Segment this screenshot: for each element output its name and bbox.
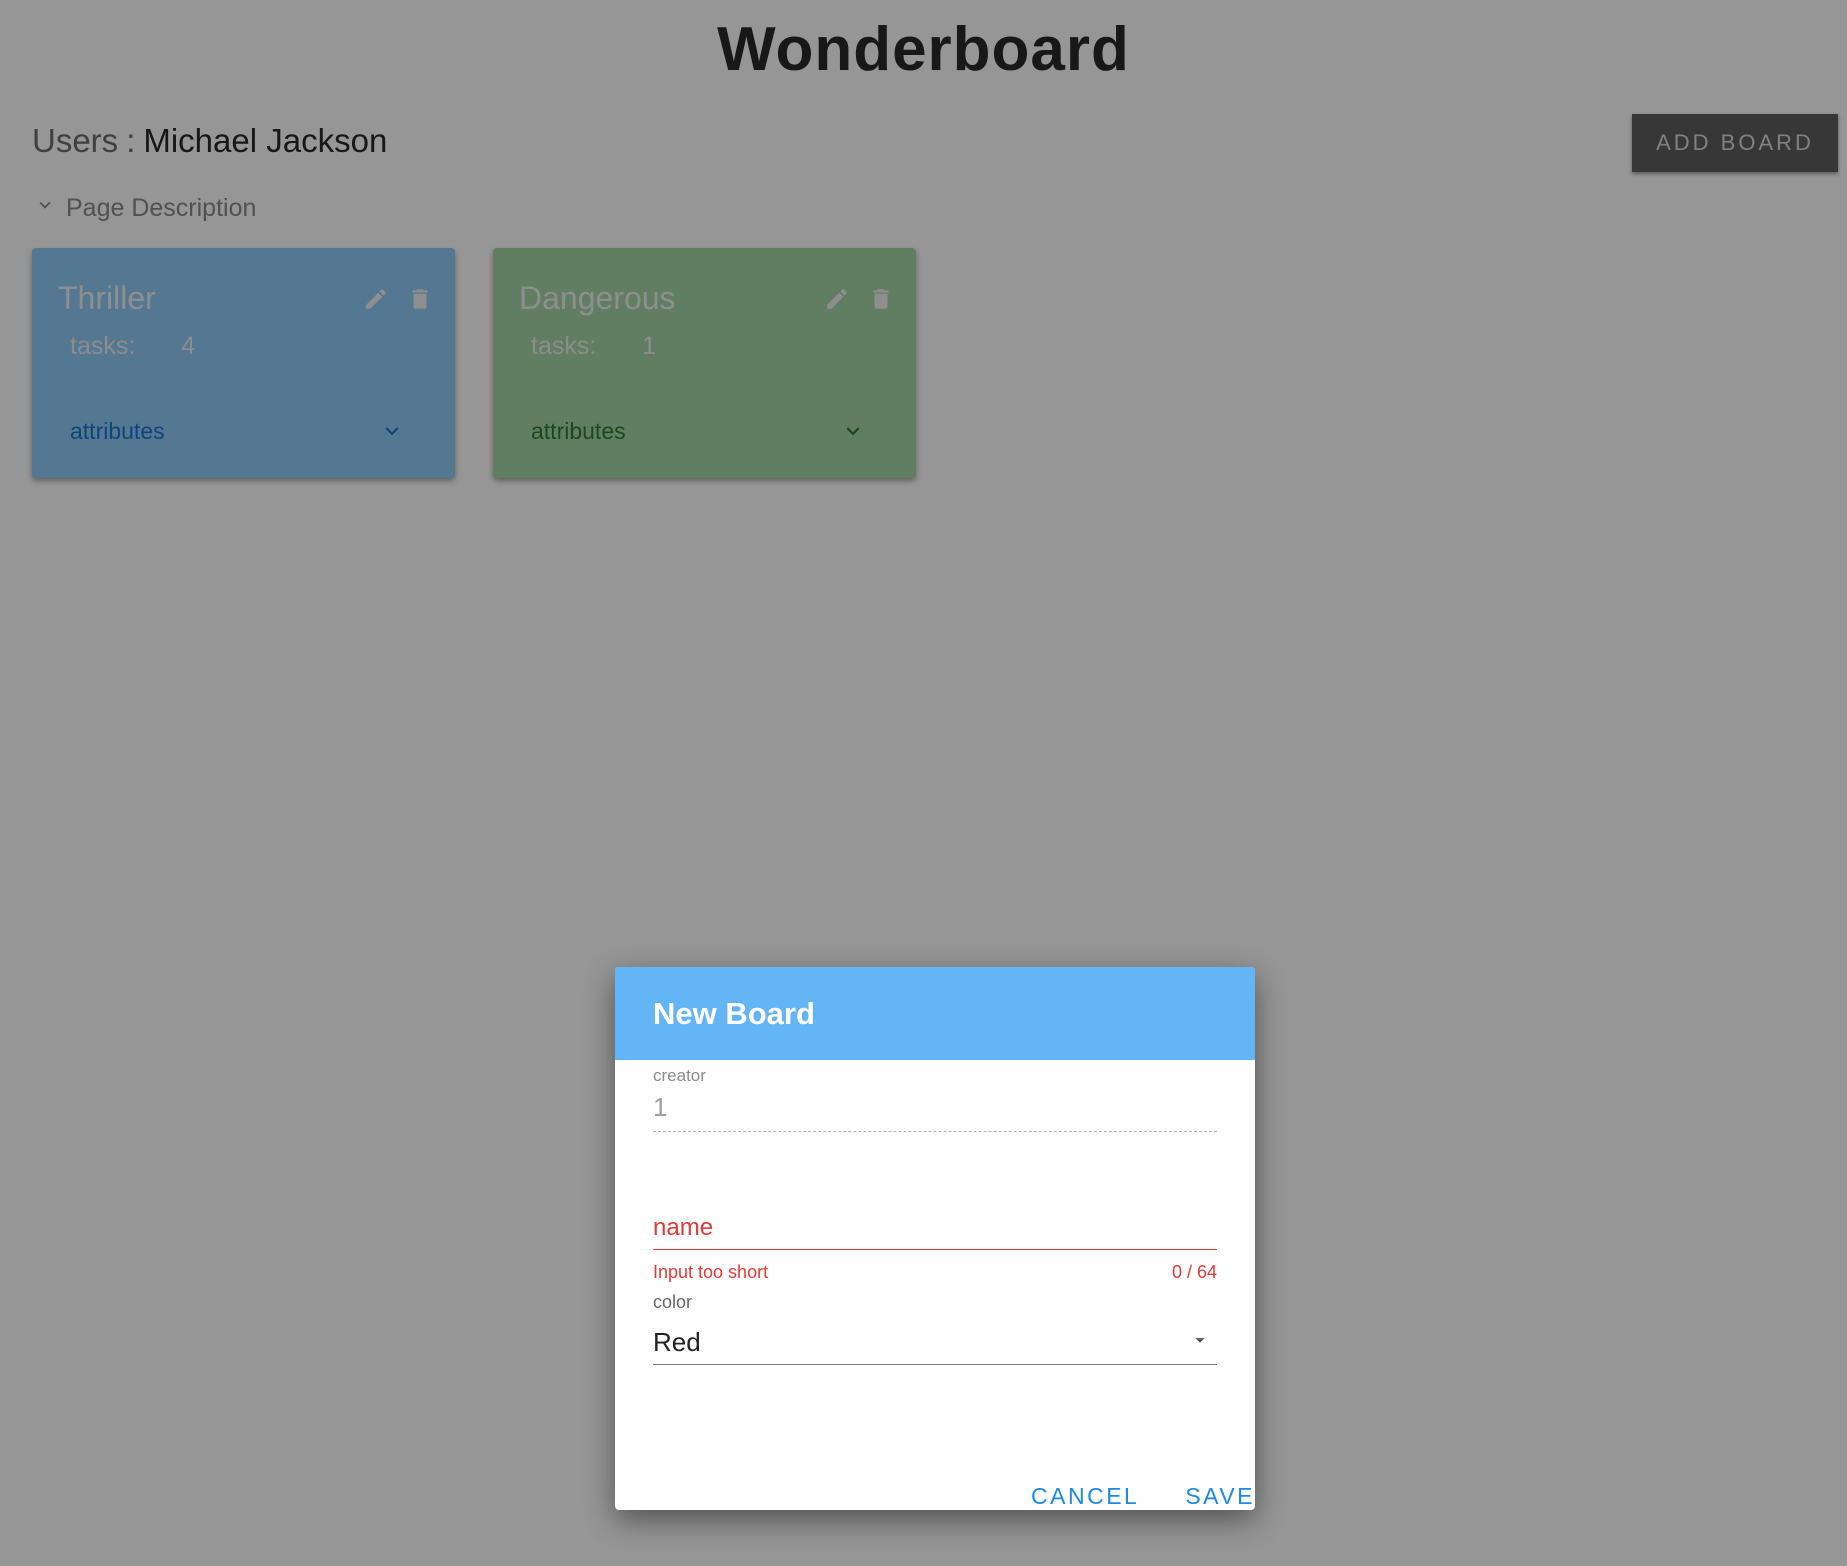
name-error-message: Input too short xyxy=(653,1262,769,1282)
color-field: color Red xyxy=(653,1292,1217,1365)
creator-label: creator xyxy=(653,1066,706,1085)
save-button[interactable]: SAVE xyxy=(1185,1483,1255,1510)
dialog-actions: CANCEL SAVE xyxy=(1031,1483,1255,1510)
name-input[interactable]: name xyxy=(653,1206,1217,1250)
creator-value: 1 xyxy=(653,1092,1217,1132)
dialog-title: New Board xyxy=(615,967,1255,1060)
color-selected-value: Red xyxy=(653,1327,701,1357)
creator-field: creator 1 xyxy=(653,1066,1217,1132)
arrow-drop-down-icon xyxy=(1189,1327,1217,1358)
color-select[interactable]: Red xyxy=(653,1321,1217,1365)
page: Wonderboard Users : Michael Jackson ADD … xyxy=(0,0,1847,1566)
cancel-button[interactable]: CANCEL xyxy=(1031,1483,1139,1510)
name-char-counter: 0 / 64 xyxy=(1171,1262,1217,1282)
color-label: color xyxy=(653,1292,693,1312)
name-field: name Input too short 0 / 64 xyxy=(653,1206,1217,1283)
